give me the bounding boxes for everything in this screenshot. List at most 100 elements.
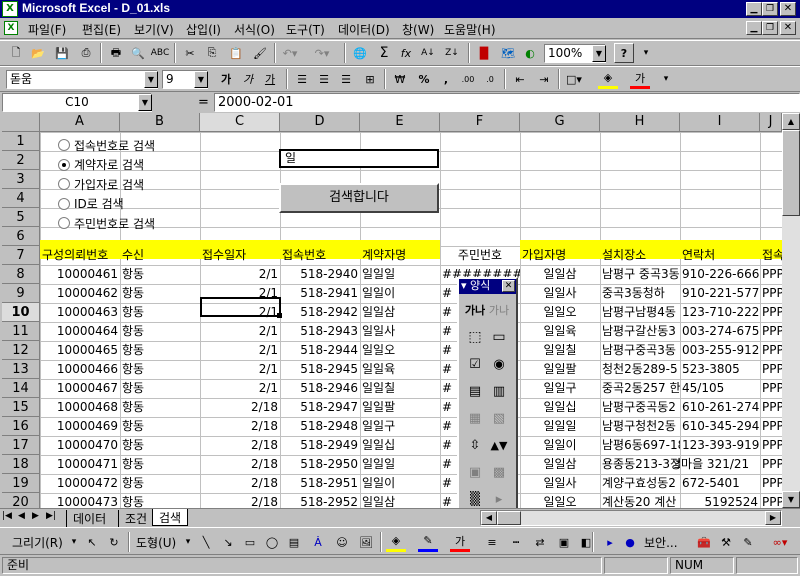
run-macro-icon[interactable]: ▸ [600,532,620,552]
table-cell[interactable]: 일일사 [520,474,600,493]
table-header-cell[interactable]: 접수일자 [200,246,280,265]
table-cell[interactable]: 일일이 [360,284,440,303]
table-cell[interactable]: 10000472 [40,474,120,493]
search-option-5[interactable]: 주민번호로 검색 [58,214,155,232]
table-cell[interactable]: PPP [760,379,782,398]
table-cell[interactable]: 10000462 [40,284,120,303]
doc-restore-button[interactable]: ❐ [762,21,778,35]
table-cell[interactable]: 일일십 [520,398,600,417]
table-cell[interactable]: 518-2951 [280,474,360,493]
search-input[interactable]: 일 [279,149,439,168]
table-cell[interactable]: 정마을 321/21 [668,455,760,474]
last-sheet-icon[interactable]: ▶| [46,511,56,521]
paste-icon[interactable]: 📋 [226,43,246,63]
selected-cell[interactable] [200,297,281,317]
table-cell[interactable]: 518-2944 [280,341,360,360]
table-cell[interactable]: 남평구 중곡3동 [600,265,680,284]
drawing-icon[interactable]: ◐ [520,43,540,63]
decrease-decimal-icon[interactable]: .0 [480,69,500,89]
zoom-dropdown-icon[interactable]: ▼ [592,45,606,62]
rectangle-icon[interactable]: ▭ [240,532,260,552]
table-cell[interactable]: 10000470 [40,436,120,455]
table-cell[interactable]: 항동 [120,360,200,379]
table-cell[interactable]: PPP [760,303,782,322]
table-cell[interactable]: 일일사 [360,322,440,341]
table-cell[interactable]: 003-274-6757 [680,322,760,341]
search-option-1[interactable]: 접속번호로 검색 [58,136,155,154]
table-cell[interactable]: 항동 [120,417,200,436]
table-cell[interactable]: 003-255-9128 [680,341,760,360]
table-cell[interactable]: 10000467 [40,379,120,398]
chart-wizard-icon[interactable]: ▐▌ [474,43,494,63]
menu-window[interactable]: 창(W) [402,21,434,38]
table-cell[interactable]: PPP [760,417,782,436]
table-cell[interactable]: 일일육 [520,322,600,341]
sort-descending-icon[interactable]: Z↓ [442,43,462,63]
row-header-5[interactable]: 5 [2,208,40,227]
table-cell[interactable]: 청천2동289-5 [600,360,680,379]
select-all-corner[interactable] [2,113,40,132]
table-cell[interactable]: 중곡2동257 한양 [600,379,680,398]
autoshapes-arrow-icon[interactable]: ▾ [178,532,198,552]
autosum-icon[interactable]: Σ [374,43,394,63]
line-color-icon[interactable]: ✎ [418,532,438,552]
column-header-g[interactable]: G [520,113,600,132]
table-cell[interactable]: 123-710-2224 [680,303,760,322]
more-tools-icon[interactable]: ∞▾ [770,532,790,552]
prev-sheet-icon[interactable]: ◀ [18,511,25,521]
row-header-9[interactable]: 9 [2,284,40,303]
table-cell[interactable]: 남평구중곡3동 [600,341,680,360]
draw-menu-arrow-icon[interactable]: ▾ [64,532,84,552]
row-header-18[interactable]: 18 [2,455,40,474]
table-cell[interactable]: PPP [760,341,782,360]
scroll-up-icon[interactable]: ▲ [782,113,800,130]
table-cell[interactable]: 남평구갈산동3 [600,322,680,341]
line-icon[interactable]: ╲ [196,532,216,552]
fill-color-draw-icon[interactable]: ◈ [386,532,406,552]
table-cell[interactable]: PPP [760,474,782,493]
run-dialog-icon[interactable]: ▸ [488,488,510,510]
table-cell[interactable]: 10000468 [40,398,120,417]
italic-icon[interactable]: 가 [238,69,258,89]
table-cell[interactable]: 일일칠 [360,379,440,398]
wordart-icon[interactable]: Ȧ [308,532,328,552]
menu-help[interactable]: 도움말(H) [444,21,496,38]
table-cell[interactable]: 10000464 [40,322,120,341]
table-cell[interactable]: 항동 [120,398,200,417]
oval-icon[interactable]: ◯ [262,532,282,552]
control-properties-icon[interactable]: ▣ [464,461,486,483]
save-icon[interactable]: 💾 [52,43,72,63]
fill-handle[interactable] [277,313,282,318]
print-preview-icon[interactable]: 🔍 [128,43,148,63]
formula-input[interactable]: 2000-02-01 [214,93,800,112]
vertical-scrollbar[interactable]: ▲ ▼ [782,113,800,508]
redo-icon[interactable]: ↷▾ [312,43,332,63]
doc-minimize-button[interactable]: ▁ [746,21,762,35]
table-cell[interactable]: 123-393-9195 [680,436,760,455]
table-cell[interactable]: 일일구 [520,379,600,398]
table-cell[interactable]: 10000469 [40,417,120,436]
search-option-3[interactable]: 가입자로 검색 [58,175,144,193]
table-cell[interactable]: 2/18 [200,474,280,493]
button-control-icon[interactable]: ▭ [488,326,510,348]
forms-palette-close-icon[interactable]: ✕ [502,280,515,292]
combo-list-edit-icon[interactable]: ▦ [464,407,486,429]
row-header-1[interactable]: 1 [2,132,40,151]
menu-file[interactable]: 파일(F) [28,21,66,38]
table-cell[interactable]: 672-5401 [680,474,760,493]
horizontal-scrollbar[interactable]: ◀ ▶ [480,510,782,526]
table-cell[interactable]: 항동 [120,379,200,398]
percent-icon[interactable]: % [414,69,434,89]
listbox-control-icon[interactable]: ▤ [464,380,486,402]
spelling-icon[interactable]: ABC [150,43,170,63]
table-header-cell[interactable]: 계약자명 [360,246,440,265]
table-cell[interactable]: 2/1 [200,265,280,284]
column-header-i[interactable]: I [680,113,760,132]
row-header-14[interactable]: 14 [2,379,40,398]
table-cell[interactable]: 일일이 [520,436,600,455]
merge-center-icon[interactable]: ⊞ [360,69,380,89]
increase-indent-icon[interactable]: ⇥ [534,69,554,89]
table-cell[interactable]: 610-345-2945 [680,417,760,436]
table-cell[interactable]: 계양구효성동2 [600,474,680,493]
format-options-icon[interactable]: ▾ [656,69,676,89]
